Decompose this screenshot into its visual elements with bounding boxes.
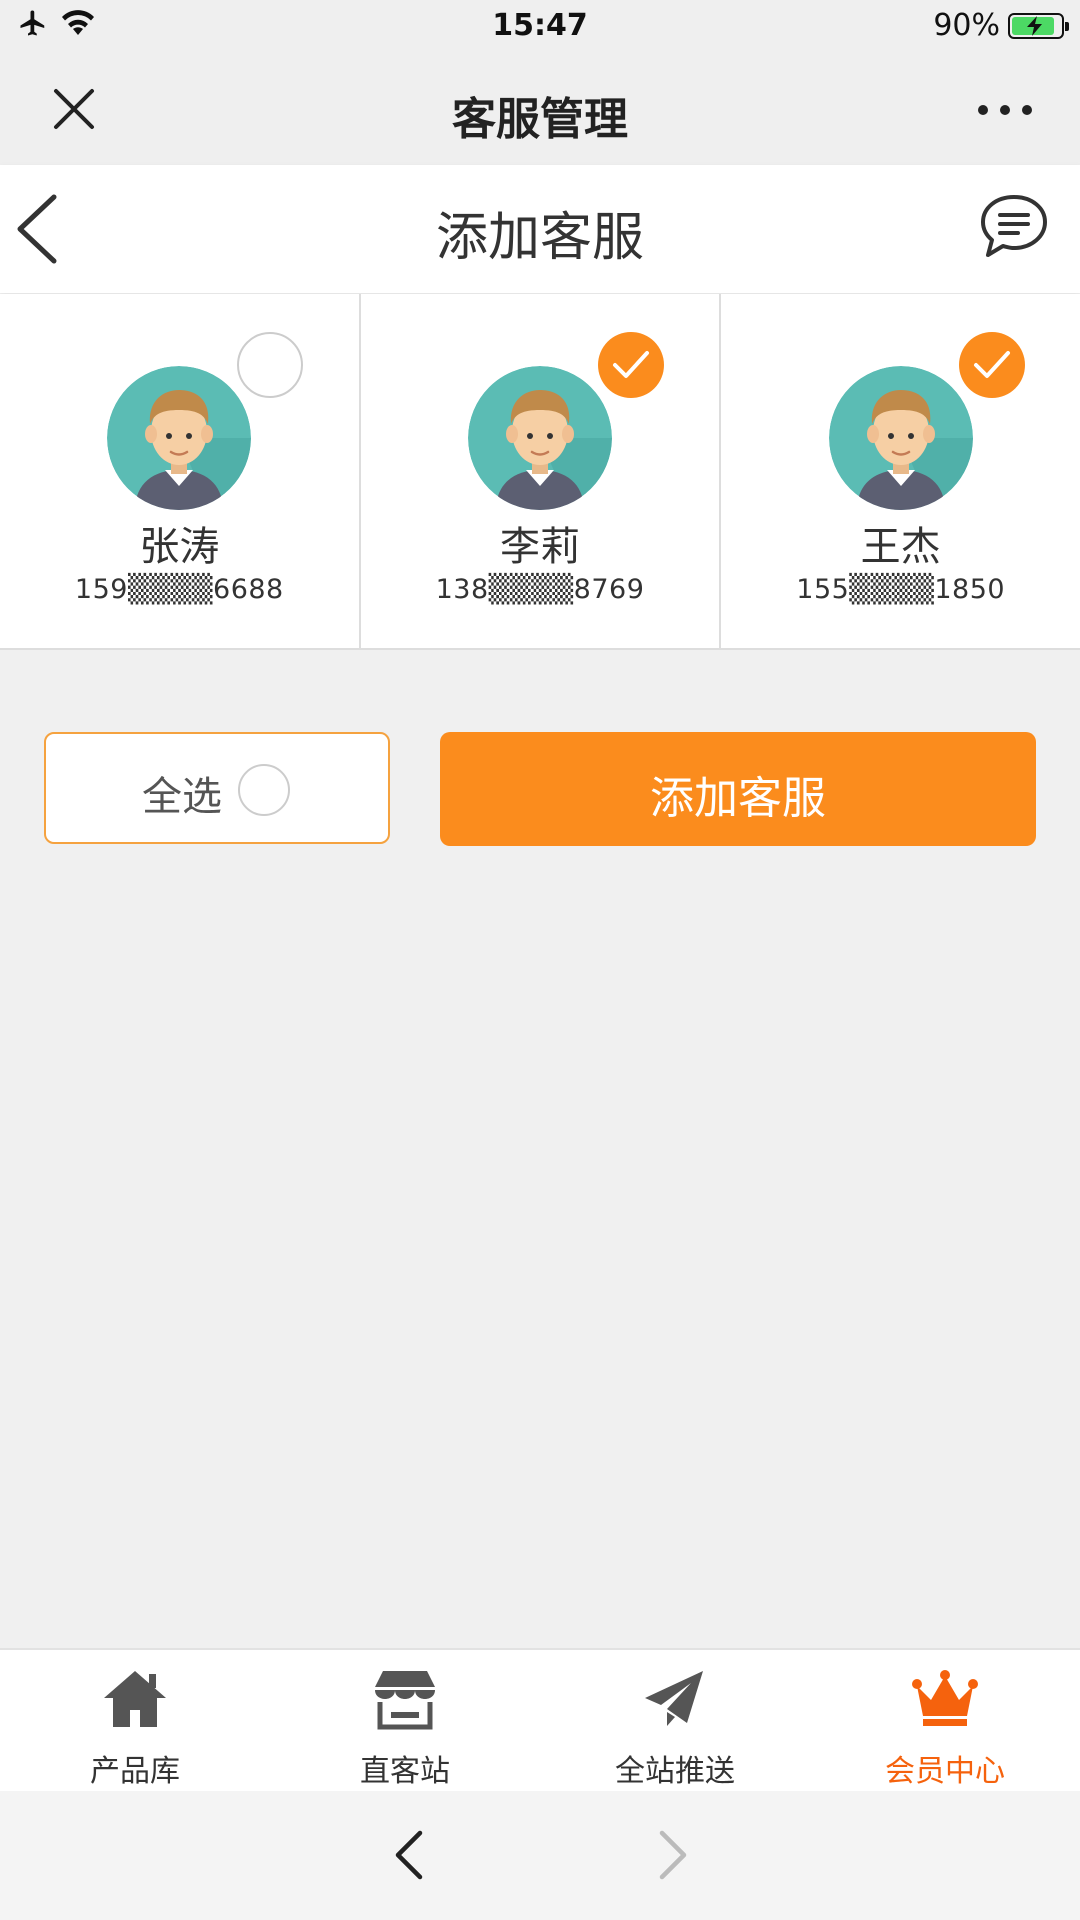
select-checkbox-unchecked[interactable]	[237, 332, 304, 398]
tab-direct-station[interactable]: 直客站	[270, 1650, 540, 1793]
battery-percent: 90%	[933, 8, 1000, 43]
select-all-radio[interactable]	[238, 764, 290, 816]
checkmark-icon	[613, 351, 649, 378]
staff-phone: 155▒▒▒▒1850	[796, 574, 1006, 605]
select-checkbox-checked[interactable]	[598, 332, 664, 398]
paper-plane-icon	[645, 1671, 703, 1726]
staff-card[interactable]: 张涛 159▒▒▒▒6688	[0, 294, 361, 648]
tab-label: 会员中心	[885, 1754, 1005, 1789]
staff-list: 张涛 159▒▒▒▒6688 李莉 138▒▒▒▒8769 王杰 155▒▒▒▒…	[0, 294, 1080, 650]
staff-card[interactable]: 李莉 138▒▒▒▒8769	[361, 294, 722, 648]
tab-member-center[interactable]: 会员中心	[810, 1650, 1080, 1793]
browser-nav-bar	[0, 1791, 1080, 1920]
staff-name: 王杰	[860, 524, 941, 570]
avatar	[107, 366, 252, 510]
tab-site-push[interactable]: 全站推送	[540, 1650, 810, 1793]
staff-phone: 138▒▒▒▒8769	[435, 574, 645, 605]
staff-phone: 159▒▒▒▒6688	[74, 574, 284, 605]
staff-card[interactable]: 王杰 155▒▒▒▒1850	[721, 294, 1080, 648]
checkmark-icon	[973, 351, 1010, 378]
nav-back-icon[interactable]	[390, 1827, 430, 1883]
tab-label: 产品库	[90, 1754, 180, 1789]
home-icon	[104, 1671, 166, 1727]
avatar	[828, 366, 973, 510]
bottom-tab-bar: 产品库 直客站 全站推送 会员中心	[0, 1648, 1080, 1793]
avatar	[468, 366, 612, 510]
tab-product-library[interactable]: 产品库	[0, 1650, 270, 1793]
nav-forward-icon[interactable]	[652, 1827, 692, 1883]
status-icons-right: 90%	[933, 8, 1069, 43]
status-time: 15:47	[492, 8, 588, 43]
page-header: 添加客服	[0, 165, 1080, 293]
tab-label: 全站推送	[615, 1754, 735, 1789]
select-all-button[interactable]: 全选	[44, 732, 390, 844]
more-icon[interactable]	[978, 105, 1032, 115]
add-service-label: 添加客服	[650, 773, 826, 824]
status-bar: 15:47 90%	[0, 0, 1080, 55]
select-all-label: 全选	[142, 774, 222, 820]
crown-icon	[912, 1670, 978, 1726]
wechat-nav-bar: 客服管理	[0, 55, 1080, 165]
message-icon[interactable]	[978, 193, 1050, 261]
page-title: 添加客服	[435, 208, 644, 268]
staff-name: 张涛	[139, 524, 220, 570]
staff-name: 李莉	[500, 524, 580, 570]
tab-label: 直客站	[360, 1754, 450, 1789]
store-icon	[375, 1671, 435, 1730]
wechat-title: 客服管理	[452, 94, 628, 145]
battery-icon	[1008, 12, 1069, 39]
select-checkbox-checked[interactable]	[958, 332, 1025, 398]
add-service-button[interactable]: 添加客服	[440, 732, 1036, 846]
